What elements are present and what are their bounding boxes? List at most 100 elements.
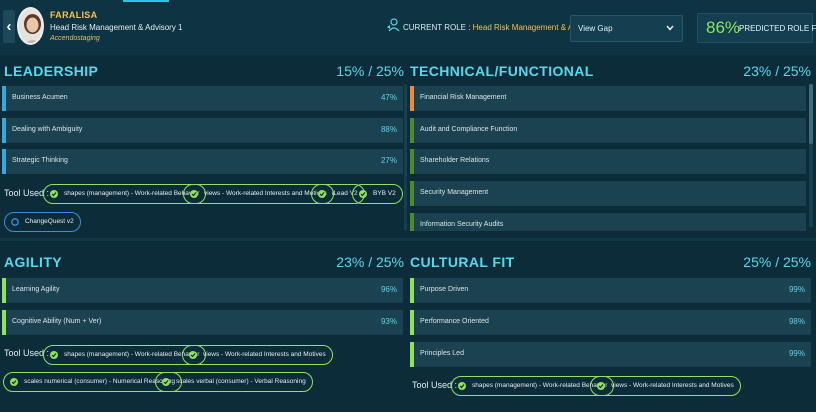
technical-row[interactable]: Shareholder Relations: [410, 149, 806, 174]
back-chevron-icon: ‹: [6, 18, 12, 35]
row-percent: 27%: [380, 156, 397, 165]
agility-row-cognitive-ability[interactable]: Cognitive Ability (Num + Ver) 93%: [2, 310, 403, 335]
chevron-down-icon: [666, 25, 674, 31]
leadership-scrollbar-track[interactable]: [404, 84, 407, 230]
back-button[interactable]: ‹: [3, 10, 15, 43]
tool-chip-label: views - Work-related Interests and Motiv…: [204, 190, 327, 197]
leadership-row-business-acumen[interactable]: Business Acumen 47%: [2, 86, 403, 111]
view-select-value: View Gap: [578, 24, 613, 33]
tool-chip-label: shapes (management) - Work-related Behav…: [64, 351, 200, 358]
leadership-row-strategic-thinking[interactable]: Strategic Thinking 27%: [2, 149, 403, 174]
predicted-fit-label: PREDICTED ROLE FIT: [739, 24, 816, 33]
section-divider: [0, 238, 816, 241]
row-indicator: [410, 213, 414, 231]
check-circle-icon: [597, 382, 605, 390]
tool-chip[interactable]: views - Work-related Interests and Motiv…: [590, 376, 741, 396]
row-indicator: [410, 342, 414, 367]
tool-chip[interactable]: BYB V2: [352, 184, 403, 204]
row-percent: 99%: [788, 349, 805, 358]
row-label: Audit and Compliance Function: [420, 126, 518, 133]
tool-chip-label: shapes (management) - Work-related Behav…: [64, 190, 200, 197]
check-circle-icon: [359, 190, 367, 198]
row-indicator: [410, 181, 414, 206]
technical-row[interactable]: Information Security Audits: [410, 213, 806, 231]
check-circle-icon: [50, 351, 58, 359]
cultural-row-principles-led[interactable]: Principles Led 99%: [410, 342, 811, 367]
tool-chip-label: views - Work-related Interests and Motiv…: [611, 382, 734, 389]
tool-chip[interactable]: shapes (management) - Work-related Behav…: [43, 184, 207, 204]
row-indicator: [2, 310, 6, 335]
row-label: Information Security Audits: [420, 221, 504, 228]
predicted-fit-value: 86%: [706, 18, 741, 37]
row-indicator: [410, 310, 414, 335]
cultural-score: 25% / 25%: [743, 254, 811, 270]
row-label: Shareholder Relations: [420, 157, 490, 164]
row-label: Purpose Driven: [420, 286, 469, 293]
person-role: Head Risk Management & Advisory 1: [50, 23, 183, 32]
agility-row-learning-agility[interactable]: Learning Agility 96%: [2, 278, 403, 303]
tool-chip[interactable]: views - Work-related Interests and Motiv…: [182, 345, 333, 365]
row-label: Performance Oriented: [420, 318, 489, 325]
tool-chip-label: views - Work-related Interests and Motiv…: [203, 351, 326, 358]
row-percent: 98%: [788, 317, 805, 326]
check-circle-icon: [189, 351, 197, 359]
row-percent: 99%: [788, 285, 805, 294]
current-role-label: CURRENT ROLE :: [403, 23, 471, 32]
person-name: FARALISA: [50, 10, 98, 20]
row-label: Security Management: [420, 189, 489, 196]
check-circle-icon: [318, 190, 326, 198]
predicted-role-fit: 86% PREDICTED ROLE FIT: [697, 13, 816, 43]
check-circle-icon: [190, 190, 198, 198]
technical-row[interactable]: Audit and Compliance Function: [410, 118, 806, 143]
row-label: Learning Agility: [12, 286, 60, 293]
check-circle-icon: [50, 190, 58, 198]
tool-chip-label: shapes (management) - Work-related Behav…: [472, 382, 608, 389]
row-indicator: [2, 278, 6, 303]
row-indicator: [2, 86, 6, 111]
row-percent: 93%: [380, 317, 397, 326]
avatar-portrait-icon: [19, 9, 42, 43]
tool-chip[interactable]: ChangeQuest v2: [4, 212, 81, 232]
row-indicator: [410, 86, 414, 111]
technical-row[interactable]: Security Management: [410, 181, 806, 206]
row-label: Strategic Thinking: [12, 157, 68, 164]
role-switch-icon: [387, 18, 400, 32]
info-circle-icon: [11, 218, 19, 226]
tool-chip-label: BYB V2: [373, 190, 396, 197]
avatar: [17, 7, 44, 45]
person-org: Accendostaging: [50, 35, 100, 42]
technical-scrollbar-thumb[interactable]: [809, 84, 813, 144]
leadership-score: 15% / 25%: [336, 63, 404, 79]
row-percent: 88%: [380, 125, 397, 134]
leadership-title: LEADERSHIP: [4, 63, 99, 79]
row-label: Financial Risk Management: [420, 94, 507, 101]
view-select-dropdown[interactable]: View Gap: [570, 15, 683, 42]
row-indicator: [410, 149, 414, 174]
cultural-row-performance-oriented[interactable]: Performance Oriented 98%: [410, 310, 811, 335]
row-indicator: [410, 118, 414, 143]
row-indicator: [410, 278, 414, 303]
leadership-row-dealing-ambiguity[interactable]: Dealing with Ambiguity 88%: [2, 118, 403, 143]
tool-chip-label: ChangeQuest v2: [25, 218, 74, 225]
row-percent: 96%: [380, 285, 397, 294]
technical-score: 23% / 25%: [743, 63, 811, 79]
technical-title: TECHNICAL/FUNCTIONAL: [410, 63, 594, 79]
tool-chip-label: scales verbal (consumer) - Verbal Reason…: [176, 378, 306, 385]
technical-row[interactable]: Financial Risk Management: [410, 86, 806, 111]
profile-header: ‹ FARALISA Head Risk Management & Adviso…: [0, 0, 816, 55]
tool-chip[interactable]: scales verbal (consumer) - Verbal Reason…: [155, 372, 313, 392]
cultural-row-purpose-driven[interactable]: Purpose Driven 99%: [410, 278, 811, 303]
agility-score: 23% / 25%: [336, 254, 404, 270]
row-percent: 47%: [380, 93, 397, 102]
cultural-title: CULTURAL FIT: [410, 254, 515, 270]
row-label: Cognitive Ability (Num + Ver): [12, 318, 102, 325]
row-label: Principles Led: [420, 350, 464, 357]
header-accent-line: [123, 0, 169, 2]
check-circle-icon: [162, 378, 170, 386]
row-indicator: [2, 149, 6, 174]
row-indicator: [2, 118, 6, 143]
check-circle-icon: [10, 378, 18, 386]
row-label: Dealing with Ambiguity: [12, 126, 83, 133]
row-label: Business Acumen: [12, 94, 68, 101]
agility-title: AGILITY: [4, 254, 63, 270]
